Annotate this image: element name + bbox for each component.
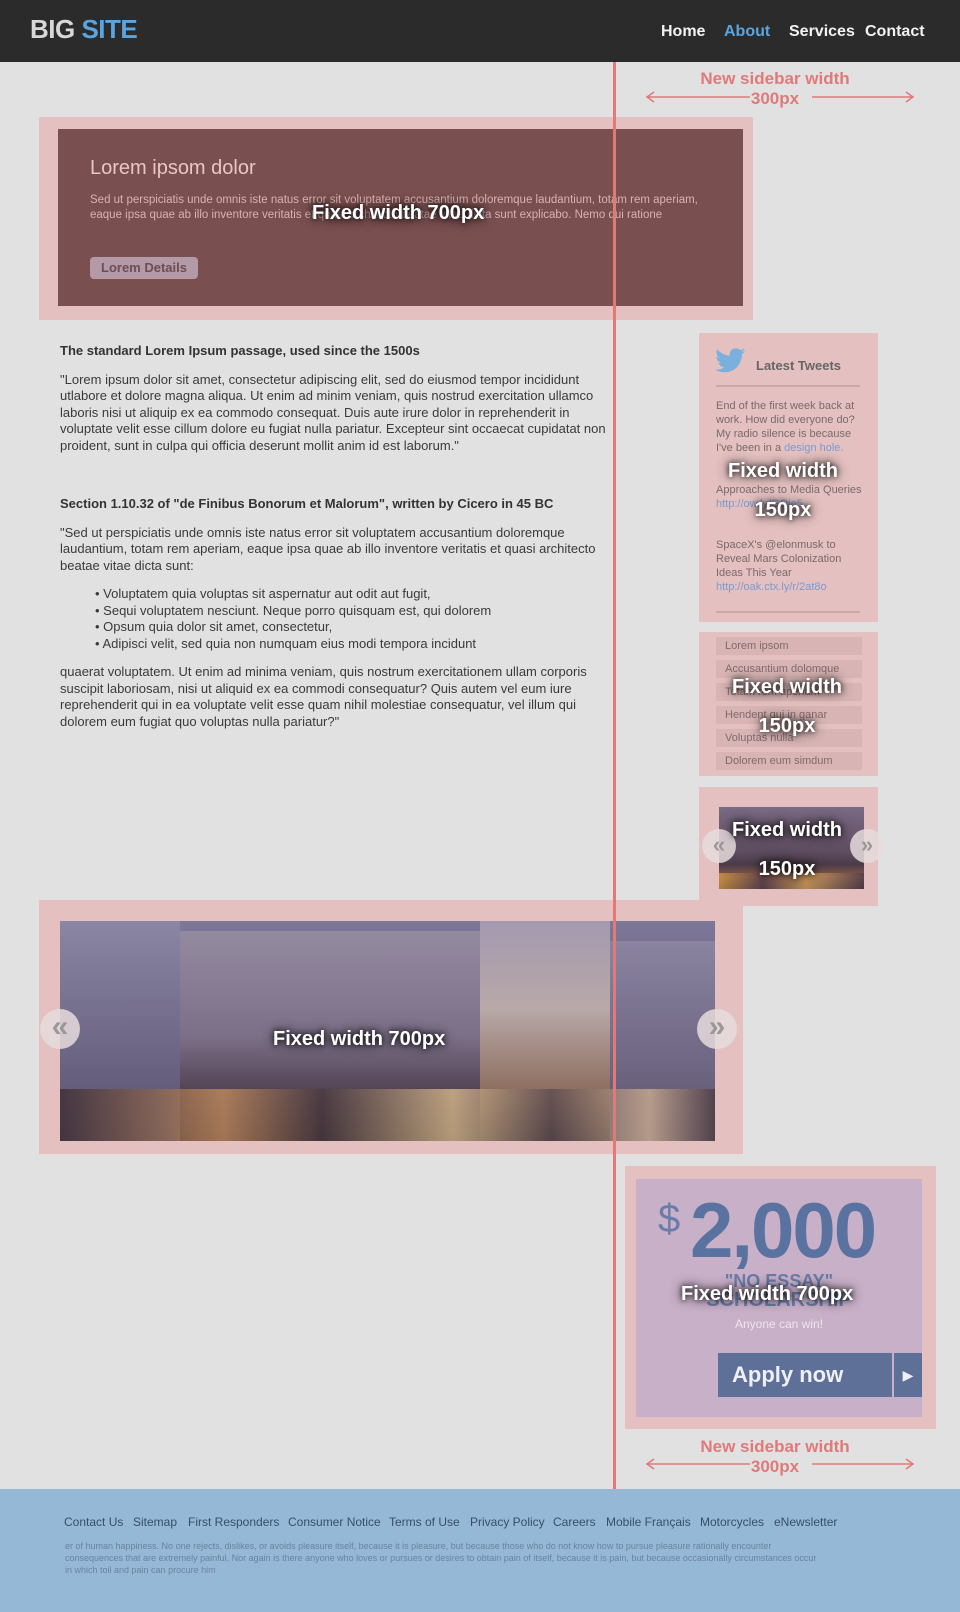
- thumb-width-label-line2: 150px: [758, 858, 816, 880]
- list-item: Adipisci velit, sed quia non numquam eiu…: [95, 636, 620, 653]
- footer-link-mobile[interactable]: Mobile Français: [606, 1515, 691, 1529]
- article-paragraph-1: "Lorem ipsum dolor sit amet, consectetur…: [60, 371, 606, 453]
- footer-link-sitemap[interactable]: Sitemap: [133, 1515, 177, 1529]
- footer-link-first-responders[interactable]: First Responders: [188, 1515, 279, 1529]
- slider-storefronts: [60, 1089, 715, 1141]
- footer-link-motorcycles[interactable]: Motorcycles: [700, 1515, 764, 1529]
- ad-currency: $: [658, 1197, 681, 1241]
- tweets-divider-top: [716, 385, 860, 387]
- main-article: The standard Lorem Ipsum passage, used s…: [60, 343, 620, 742]
- logo-text-big: BIG: [30, 14, 75, 44]
- footer-link-careers[interactable]: Careers: [553, 1515, 596, 1529]
- footer-fine-print: er of human happiness. No one rejects, d…: [65, 1541, 817, 1575]
- thumb-next-button[interactable]: »: [850, 829, 884, 863]
- footer-link-terms[interactable]: Terms of Use: [389, 1515, 460, 1529]
- twitter-bird-icon: [715, 348, 745, 373]
- list-item: Opsum quia dolor sit amet, consectetur,: [95, 619, 620, 636]
- hero-width-label: Fixed width 700px: [312, 202, 485, 224]
- footer-link-privacy[interactable]: Privacy Policy: [470, 1515, 545, 1529]
- slider-next-button[interactable]: »: [697, 1009, 737, 1049]
- tweets-width-label-line2: 150px: [754, 499, 812, 521]
- tweet-3-link[interactable]: http://oak.ctx.ly/r/2at8o: [716, 580, 866, 594]
- footer-link-contact[interactable]: Contact Us: [64, 1515, 123, 1529]
- article-heading-2: Section 1.10.32 of "de Finibus Bonorum e…: [60, 496, 554, 511]
- logo-text-site: SITE: [81, 14, 138, 44]
- site-logo[interactable]: BIG SITE: [30, 14, 138, 45]
- slider-width-label: Fixed width 700px: [273, 1028, 446, 1050]
- sidebar-width-note-top-line1: New sidebar width: [700, 69, 850, 88]
- categories-width-label-line2: 150px: [758, 715, 816, 737]
- list-item: Voluptatem quia voluptas sit aspernatur …: [95, 586, 620, 603]
- category-item[interactable]: Dolorem eum simdum: [716, 752, 862, 770]
- tweets-width-label-line1: Fixed width: [728, 460, 838, 482]
- hero-details-button[interactable]: Lorem Details: [90, 257, 198, 279]
- tweets-divider-bottom: [716, 611, 860, 613]
- sidebar-width-note-bottom-line1: New sidebar width: [700, 1437, 850, 1456]
- hero-title: Lorem ipsom dolor: [90, 157, 256, 179]
- categories-width-label: Fixed width 150px: [727, 668, 847, 746]
- category-item[interactable]: Lorem ipsom: [716, 637, 862, 655]
- footer-link-consumer-notice[interactable]: Consumer Notice: [288, 1515, 381, 1529]
- breakpoint-guide-line: [613, 62, 616, 1489]
- footer-links: Contact Us Sitemap First Responders Cons…: [0, 1515, 960, 1531]
- nav-contact[interactable]: Contact: [865, 23, 925, 41]
- thumb-width-label: Fixed width 150px: [727, 811, 847, 889]
- ad-subtitle: Anyone can win!: [734, 1317, 824, 1331]
- article-bullet-list: Voluptatem quia voluptas sit aspernatur …: [60, 586, 620, 652]
- site-header: BIG SITE Home About Services Contact: [0, 0, 960, 62]
- slider-prev-button[interactable]: «: [40, 1009, 80, 1049]
- ad-width-label: Fixed width 700px: [681, 1283, 854, 1305]
- tweet-3: SpaceX's @elonmusk to Reveal Mars Coloni…: [716, 538, 866, 594]
- sidebar-width-arrow-bottom: [645, 1458, 915, 1470]
- list-item: Sequi voluptatem nesciunt. Neque porro q…: [95, 603, 620, 620]
- article-heading-1: The standard Lorem Ipsum passage, used s…: [60, 343, 420, 358]
- article-paragraph-2: "Sed ut perspiciatis unde omnis iste nat…: [60, 524, 596, 573]
- nav-services[interactable]: Services: [789, 23, 855, 41]
- sidebar-width-arrow-top: [645, 91, 915, 103]
- tweets-width-label: Fixed width 150px: [723, 452, 843, 530]
- apply-now-button[interactable]: Apply now: [718, 1353, 892, 1397]
- thumb-width-label-line1: Fixed width: [732, 819, 842, 841]
- tweet-3-text: SpaceX's @elonmusk to Reveal Mars Coloni…: [716, 539, 842, 579]
- ad-amount: 2,000: [690, 1186, 877, 1274]
- tweet-1: End of the first week back at work. How …: [716, 399, 866, 455]
- categories-width-label-line1: Fixed width: [732, 676, 842, 698]
- nav-about[interactable]: About: [724, 23, 770, 41]
- site-footer: Contact Us Sitemap First Responders Cons…: [0, 1489, 960, 1612]
- apply-arrow-icon[interactable]: ▶: [894, 1353, 922, 1397]
- nav-home[interactable]: Home: [661, 23, 705, 41]
- footer-link-enewsletter[interactable]: eNewsletter: [774, 1515, 837, 1529]
- article-paragraph-3: quaerat voluptatem. Ut enim ad minima ve…: [60, 664, 587, 729]
- tweets-title: Latest Tweets: [756, 358, 842, 373]
